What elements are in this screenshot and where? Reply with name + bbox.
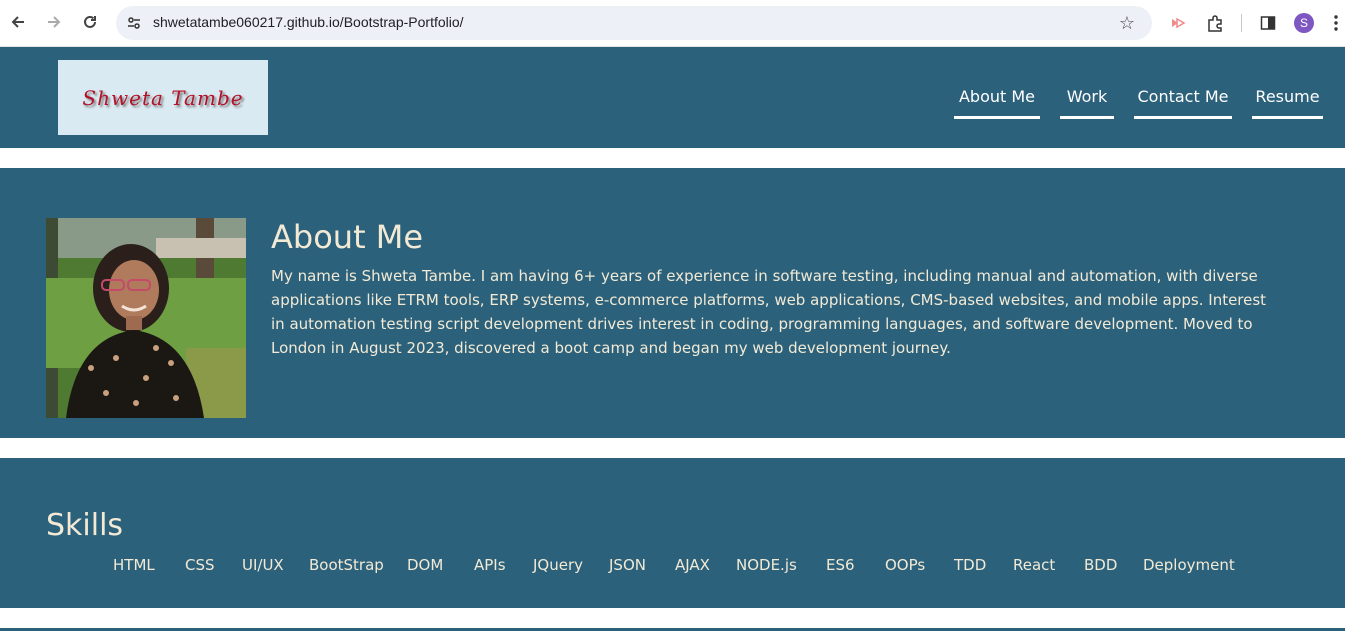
- nav-resume[interactable]: Resume: [1252, 87, 1323, 119]
- skill-item: Deployment: [1143, 556, 1235, 574]
- profile-avatar[interactable]: S: [1294, 13, 1314, 33]
- browser-toolbar: shwetatambe060217.github.io/Bootstrap-Po…: [0, 0, 1345, 47]
- site-info-icon[interactable]: [124, 13, 144, 33]
- skills-title: Skills: [46, 508, 124, 543]
- toolbar-divider: [1241, 14, 1242, 32]
- about-text: My name is Shweta Tambe. I am having 6+ …: [271, 267, 1267, 357]
- skill-item: BootStrap: [309, 556, 384, 574]
- skills-section: Skills HTML CSS UI/UX BootStrap DOM APIs…: [0, 458, 1345, 608]
- nav-about-me[interactable]: About Me: [954, 87, 1040, 119]
- skill-item: APIs: [474, 556, 506, 574]
- skill-item: OOPs: [885, 556, 926, 574]
- url-text[interactable]: shwetatambe060217.github.io/Bootstrap-Po…: [153, 14, 464, 30]
- skill-item: DOM: [407, 556, 444, 574]
- side-panel-icon[interactable]: [1256, 11, 1280, 35]
- skill-item: AJAX: [675, 556, 710, 574]
- nav-contact-me[interactable]: Contact Me: [1134, 87, 1232, 119]
- skill-item: JSON: [609, 556, 646, 574]
- nav-work[interactable]: Work: [1060, 87, 1114, 119]
- kebab-menu-icon[interactable]: [1328, 11, 1344, 35]
- page-content: Shweta Tambe About Me Work Contact Me Re…: [0, 47, 1345, 631]
- extension-icon[interactable]: [1166, 11, 1190, 35]
- skill-item: JQuery: [533, 556, 584, 574]
- puzzle-icon[interactable]: [1203, 11, 1227, 35]
- reload-icon[interactable]: [78, 10, 102, 34]
- skill-item: TDD: [954, 556, 987, 574]
- skill-item: ES6: [826, 556, 855, 574]
- about-section: About Me My name is Shweta Tambe. I am h…: [0, 168, 1345, 438]
- about-title: About Me: [271, 218, 424, 256]
- site-header: Shweta Tambe About Me Work Contact Me Re…: [0, 47, 1345, 148]
- skill-item: CSS: [185, 556, 215, 574]
- logo[interactable]: Shweta Tambe: [58, 60, 268, 135]
- skill-item: React: [1013, 556, 1056, 574]
- address-bar[interactable]: shwetatambe060217.github.io/Bootstrap-Po…: [116, 6, 1152, 40]
- skill-item: HTML: [113, 556, 155, 574]
- skill-item: NODE.js: [736, 556, 797, 574]
- logo-text: Shweta Tambe: [82, 85, 244, 110]
- skill-item: BDD: [1084, 556, 1118, 574]
- profile-photo: [46, 218, 246, 418]
- skill-item: UI/UX: [242, 556, 284, 574]
- bookmark-star-icon[interactable]: ☆: [1116, 12, 1138, 34]
- forward-arrow-icon[interactable]: [42, 10, 66, 34]
- back-arrow-icon[interactable]: [6, 10, 30, 34]
